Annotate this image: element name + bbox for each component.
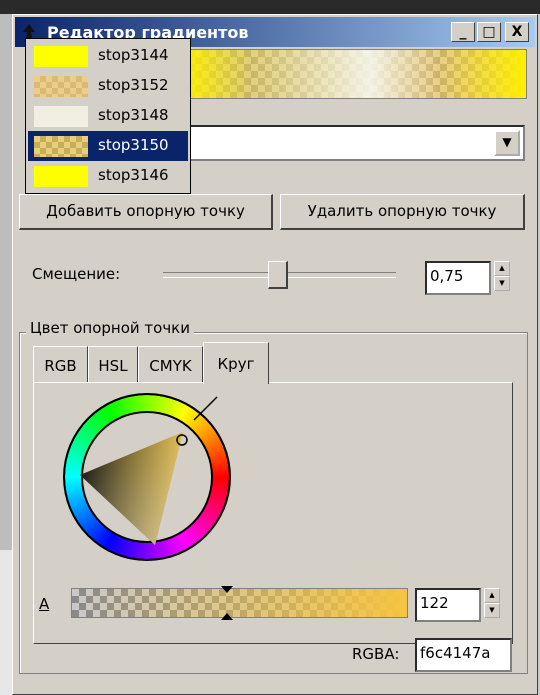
stop-selector-combo[interactable]: ▼ [180, 125, 525, 161]
list-item-label: stop3148 [98, 106, 169, 124]
offset-stepper[interactable]: ▲ ▼ [494, 261, 510, 291]
list-item-label: stop3150 [98, 136, 169, 154]
color-swatch [34, 136, 88, 157]
alpha-marker-top-icon[interactable] [221, 586, 233, 593]
alpha-input[interactable]: 122 [415, 588, 481, 622]
maximize-button[interactable]: □ [477, 22, 501, 42]
alpha-label: A [39, 595, 50, 613]
tab-rgb[interactable]: RGB [33, 346, 88, 382]
color-swatch [34, 76, 88, 97]
tab-hsl[interactable]: HSL [88, 346, 138, 382]
color-wheel[interactable] [52, 389, 242, 564]
list-item-label: stop3152 [98, 76, 169, 94]
stop-color-group-label: Цвет опорной точки [26, 319, 194, 337]
delete-stop-button[interactable]: Удалить опорную точку [280, 194, 525, 230]
spin-down-icon[interactable]: ▼ [484, 603, 500, 618]
gradient-preview [180, 49, 527, 99]
color-swatch [34, 106, 88, 127]
background-strip-bottom [0, 550, 12, 695]
add-stop-button[interactable]: Добавить опорную точку [19, 194, 273, 230]
tab-wheel[interactable]: Круг [203, 342, 269, 384]
color-swatch [34, 166, 88, 187]
alpha-slider[interactable] [71, 588, 408, 618]
offset-label: Смещение: [32, 265, 121, 283]
list-item[interactable]: stop3146 [28, 161, 188, 191]
minimize-button[interactable]: _ [451, 22, 475, 42]
list-item[interactable]: stop3148 [28, 101, 188, 131]
stops-dropdown-list: stop3144 stop3152 stop3148 stop3150 stop… [25, 38, 191, 194]
list-item-label: stop3146 [98, 166, 169, 184]
close-button[interactable]: X [505, 22, 529, 42]
background-strip-left [0, 14, 12, 554]
rgba-label: RGBA: [352, 645, 400, 663]
list-item-label: stop3144 [98, 46, 169, 64]
offset-input[interactable]: 0,75 [425, 261, 491, 295]
list-item[interactable]: stop3152 [28, 71, 188, 101]
spin-up-icon[interactable]: ▲ [484, 588, 500, 603]
alpha-marker-bottom-icon[interactable] [221, 613, 233, 620]
inkscape-icon [23, 24, 35, 38]
list-item[interactable]: stop3144 [28, 41, 188, 71]
background-strip [0, 0, 540, 14]
color-swatch [34, 46, 88, 67]
spin-up-icon[interactable]: ▲ [494, 261, 510, 276]
offset-slider-thumb[interactable] [268, 261, 288, 289]
rgba-input[interactable]: f6c4147a [415, 638, 512, 672]
alpha-stepper[interactable]: ▲ ▼ [484, 588, 500, 618]
chevron-down-icon[interactable]: ▼ [494, 130, 520, 156]
spin-down-icon[interactable]: ▼ [494, 276, 510, 291]
tab-cmyk[interactable]: CMYK [138, 346, 203, 382]
list-item-selected[interactable]: stop3150 [28, 131, 188, 161]
